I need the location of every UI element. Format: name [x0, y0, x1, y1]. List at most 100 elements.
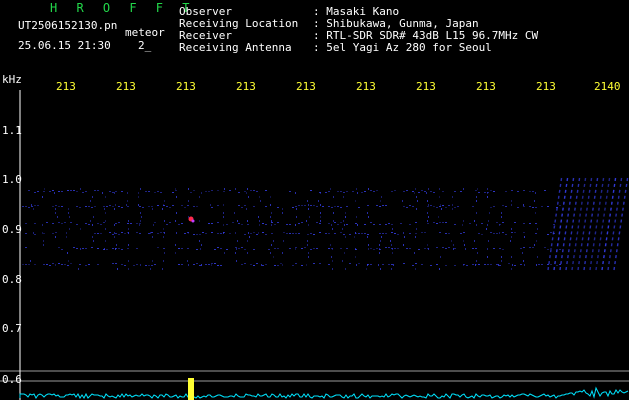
noise-dot — [208, 223, 210, 224]
noise-dot — [358, 233, 360, 234]
noise-dot — [260, 200, 261, 202]
noise-dot — [127, 200, 128, 202]
noise-dot — [97, 233, 99, 234]
noise-dot — [476, 224, 477, 226]
noise-dot — [67, 265, 69, 266]
noise-dot — [296, 208, 297, 210]
noise-dot — [511, 268, 512, 270]
noise-dot — [342, 228, 343, 230]
noise-dot — [499, 224, 500, 226]
noise-dot — [433, 192, 435, 193]
noise-dot — [559, 205, 561, 206]
noise-dot — [478, 192, 480, 193]
noise-dot — [61, 223, 63, 224]
noise-dot — [244, 249, 246, 250]
noise-dot — [421, 232, 423, 233]
noise-dot — [102, 192, 103, 194]
noise-dot — [244, 191, 246, 192]
noise-dot — [31, 206, 33, 207]
noise-dot — [313, 234, 315, 235]
noise-dot — [307, 244, 308, 246]
noise-dot — [103, 206, 105, 207]
noise-dot — [82, 192, 84, 193]
noise-dot — [292, 233, 294, 234]
time-tick-label: 213 — [296, 80, 316, 93]
spectrogram-plot — [0, 90, 629, 400]
noise-dot — [388, 223, 390, 224]
y-tick-label: 1.0 — [2, 173, 22, 186]
noise-dot — [392, 252, 393, 254]
noise-dot — [453, 248, 454, 250]
noise-dot — [364, 224, 366, 225]
noise-dot — [439, 206, 441, 207]
noise-dot — [310, 205, 312, 206]
noise-dot — [115, 233, 117, 234]
noise-dot — [201, 264, 202, 266]
noise-dot — [100, 233, 102, 234]
noise-dot — [46, 222, 48, 223]
noise-dot — [476, 200, 477, 202]
noise-dot — [394, 190, 396, 191]
noise-dot — [226, 224, 228, 225]
noise-dot — [385, 224, 387, 225]
noise-dot — [340, 232, 342, 233]
noise-dot — [235, 188, 236, 190]
noise-dot — [148, 265, 150, 266]
noise-dot — [116, 244, 117, 246]
noise-dot — [394, 233, 396, 234]
noise-dot — [85, 223, 87, 224]
noise-dot — [295, 263, 297, 264]
time-tick-label: 213 — [476, 80, 496, 93]
noise-dot — [451, 240, 452, 242]
noise-dot — [463, 264, 464, 266]
noise-dot — [105, 212, 106, 214]
noise-dot — [188, 264, 189, 266]
noise-dot — [334, 206, 336, 207]
noise-dot — [52, 263, 54, 264]
noise-dot — [529, 191, 531, 192]
noise-dot — [85, 265, 87, 266]
noise-dot — [118, 222, 120, 223]
noise-dot — [537, 228, 538, 230]
noise-dot — [58, 247, 60, 248]
noise-dot — [501, 212, 502, 214]
noise-dot — [256, 191, 258, 192]
noise-dot — [151, 206, 153, 207]
noise-dot — [259, 196, 260, 198]
noise-dot — [342, 260, 343, 262]
noise-dot — [282, 208, 283, 210]
doppler-streak — [547, 174, 563, 271]
noise-dot — [246, 192, 247, 194]
noise-dot — [535, 212, 536, 214]
noise-dot — [445, 265, 447, 266]
noise-dot — [421, 190, 423, 191]
noise-dot — [532, 247, 534, 248]
noise-dot — [163, 236, 164, 238]
noise-dot — [58, 206, 60, 207]
noise-dot — [547, 206, 549, 207]
noise-dot — [379, 224, 381, 225]
noise-dot — [502, 232, 504, 233]
noise-dot — [128, 244, 129, 246]
noise-dot — [157, 233, 159, 234]
noise-dot — [520, 248, 522, 249]
noise-dot — [298, 233, 300, 234]
noise-dot — [550, 248, 552, 249]
noise-dot — [357, 224, 358, 226]
noise-dot — [310, 233, 312, 234]
noise-dot — [178, 224, 180, 225]
noise-dot — [402, 200, 403, 202]
noise-dot — [94, 206, 96, 207]
noise-dot — [356, 264, 357, 266]
noise-dot — [439, 232, 441, 233]
noise-dot — [139, 206, 141, 207]
noise-dot — [211, 232, 213, 233]
noise-dot — [25, 233, 27, 234]
noise-dot — [114, 208, 115, 210]
noise-dot — [501, 216, 502, 218]
noise-dot — [208, 264, 210, 265]
noise-dot — [85, 248, 87, 249]
noise-dot — [535, 192, 536, 194]
noise-dot — [331, 207, 333, 208]
noise-dot — [331, 224, 332, 226]
